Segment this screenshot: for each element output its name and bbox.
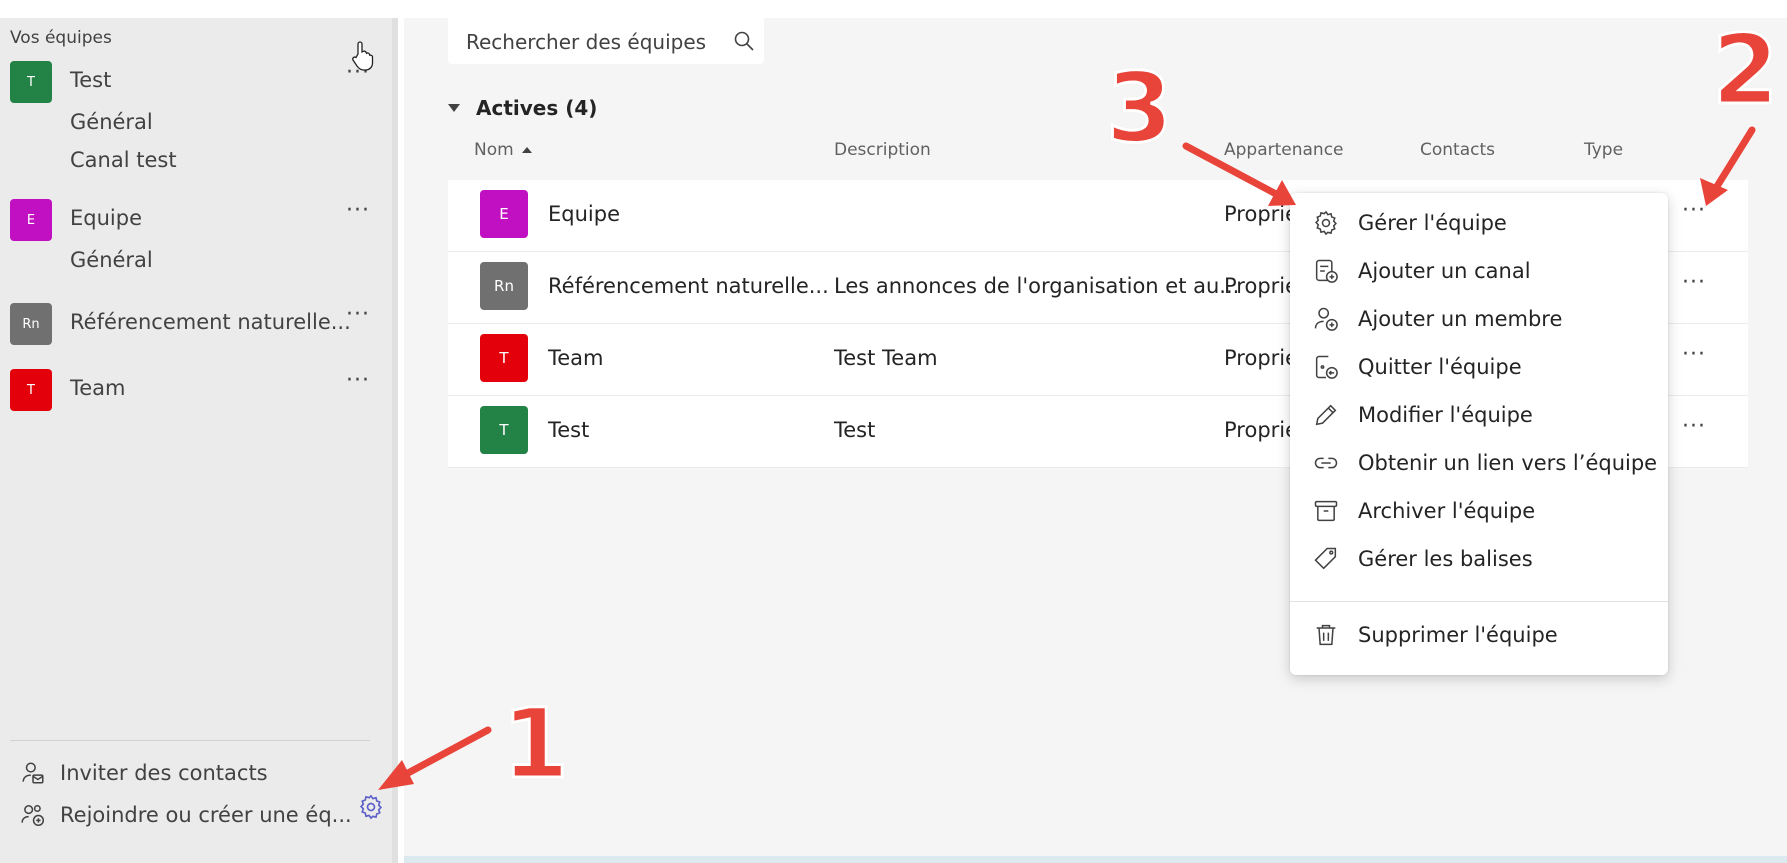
menu-item-add-member[interactable]: Ajouter un membre <box>1290 297 1668 341</box>
trash-icon <box>1316 624 1336 646</box>
more-options-icon[interactable]: ··· <box>1682 200 1706 222</box>
more-options-icon[interactable]: ··· <box>346 200 370 222</box>
section-title: Actives (4) <box>476 96 598 120</box>
hand-cursor-icon <box>352 41 374 71</box>
team-name-cell: Team <box>548 346 604 370</box>
menu-item-label: Ajouter un canal <box>1358 259 1531 283</box>
sidebar-team-test[interactable]: T Test ··· <box>0 56 390 108</box>
menu-item-label: Gérer les balises <box>1358 547 1533 571</box>
more-options-icon[interactable]: ··· <box>346 370 370 392</box>
link-icon <box>1314 457 1338 469</box>
team-avatar: T <box>10 61 52 103</box>
sidebar-team-referencement[interactable]: Rn Référencement naturelle... ··· <box>0 298 390 350</box>
team-avatar: E <box>10 199 52 241</box>
annotation-number: 1 <box>501 687 571 802</box>
annotation-number: 3 <box>1105 51 1175 166</box>
description-cell: Test <box>834 418 876 442</box>
add-channel-icon <box>1315 259 1338 283</box>
menu-item-add-channel[interactable]: Ajouter un canal <box>1290 249 1668 293</box>
tag-icon <box>1314 547 1337 570</box>
channel-canal-test[interactable]: Canal test <box>70 148 177 172</box>
active-section-header[interactable]: Actives (4) <box>448 96 597 120</box>
gear-icon <box>1315 210 1337 236</box>
sidebar-title: Vos équipes <box>10 28 112 48</box>
team-name: Team <box>70 376 126 400</box>
team-name: Référencement naturelle... <box>70 310 351 334</box>
join-create-team-button[interactable]: Rejoindre ou créer une éq... <box>20 800 352 830</box>
description-cell: Les annonces de l'organisation et au... <box>834 274 1240 298</box>
caret-down-icon <box>448 104 460 112</box>
menu-divider <box>1290 601 1668 602</box>
menu-item-label: Gérer l'équipe <box>1358 211 1507 235</box>
search-box[interactable] <box>448 18 764 64</box>
team-avatar: Rn <box>10 303 52 345</box>
annotation-number: 2 <box>1711 13 1781 128</box>
invite-person-icon <box>22 762 44 784</box>
more-options-icon[interactable]: ··· <box>1682 272 1706 294</box>
menu-item-label: Modifier l'équipe <box>1358 403 1533 427</box>
membership-cell: Proprié <box>1224 346 1299 370</box>
sidebar-team-equipe[interactable]: E Equipe ··· <box>0 194 390 246</box>
archive-icon <box>1314 500 1338 522</box>
team-avatar: T <box>480 406 528 454</box>
column-label: Nom <box>474 140 514 160</box>
column-header-membership: Appartenance <box>1224 140 1344 160</box>
team-context-menu: Gérer l'équipe Ajouter un canal Ajouter … <box>1290 193 1668 675</box>
sort-ascending-icon <box>521 147 532 153</box>
menu-item-archive-team[interactable]: Archiver l'équipe <box>1290 489 1668 533</box>
column-header-contacts: Contacts <box>1420 140 1495 160</box>
menu-item-label: Quitter l'équipe <box>1358 355 1522 379</box>
bottom-strip <box>404 856 1787 863</box>
more-options-icon[interactable]: ··· <box>1682 416 1706 438</box>
team-name: Equipe <box>70 206 142 230</box>
menu-item-label: Obtenir un lien vers l’équipe <box>1358 451 1658 475</box>
menu-item-delete-team[interactable]: Supprimer l'équipe <box>1290 613 1668 657</box>
teams-sidebar: Vos équipes T Test ··· Général Canal tes… <box>0 18 398 863</box>
pencil-icon <box>1315 404 1337 426</box>
channel-general[interactable]: Général <box>70 248 153 272</box>
top-strip <box>0 0 1787 18</box>
menu-item-label: Ajouter un membre <box>1358 307 1563 331</box>
column-header-type: Type <box>1584 140 1624 160</box>
membership-cell: Proprié <box>1224 202 1299 226</box>
join-create-team-label: Rejoindre ou créer une éq... <box>60 803 352 827</box>
menu-item-label: Archiver l'équipe <box>1358 499 1536 523</box>
more-options-icon[interactable]: ··· <box>1682 344 1706 366</box>
team-name-cell: Equipe <box>548 202 620 226</box>
gear-icon[interactable] <box>357 793 385 821</box>
leave-icon <box>1315 355 1338 379</box>
description-cell: Test Team <box>834 346 938 370</box>
team-name-cell: Test <box>548 418 590 442</box>
column-header-name[interactable]: Nom <box>474 140 532 160</box>
search-input[interactable] <box>466 30 726 54</box>
membership-cell: Proprié <box>1224 418 1299 442</box>
team-avatar: T <box>10 369 52 411</box>
menu-item-get-link[interactable]: Obtenir un lien vers l’équipe <box>1290 441 1668 485</box>
team-name-cell: Référencement naturelle... <box>548 274 829 298</box>
menu-item-manage-tags[interactable]: Gérer les balises <box>1290 537 1668 581</box>
menu-item-label: Supprimer l'équipe <box>1358 623 1558 647</box>
menu-item-edit-team[interactable]: Modifier l'équipe <box>1290 393 1668 437</box>
team-name: Test <box>70 68 112 92</box>
menu-item-leave-team[interactable]: Quitter l'équipe <box>1290 345 1668 389</box>
more-options-icon[interactable]: ··· <box>346 304 370 326</box>
sidebar-team-team[interactable]: T Team ··· <box>0 364 390 416</box>
invite-contacts-button[interactable]: Inviter des contacts <box>20 758 268 788</box>
column-header-description: Description <box>834 140 931 160</box>
sidebar-divider <box>10 740 370 741</box>
search-icon[interactable] <box>732 29 756 53</box>
channel-general[interactable]: Général <box>70 110 153 134</box>
team-avatar: T <box>480 334 528 382</box>
menu-item-manage-team[interactable]: Gérer l'équipe <box>1290 201 1668 245</box>
people-add-icon <box>21 805 45 827</box>
membership-cell: Proprié <box>1224 274 1299 298</box>
invite-contacts-label: Inviter des contacts <box>60 761 268 785</box>
add-member-icon <box>1314 307 1338 331</box>
team-avatar: E <box>480 190 528 238</box>
team-avatar: Rn <box>480 262 528 310</box>
